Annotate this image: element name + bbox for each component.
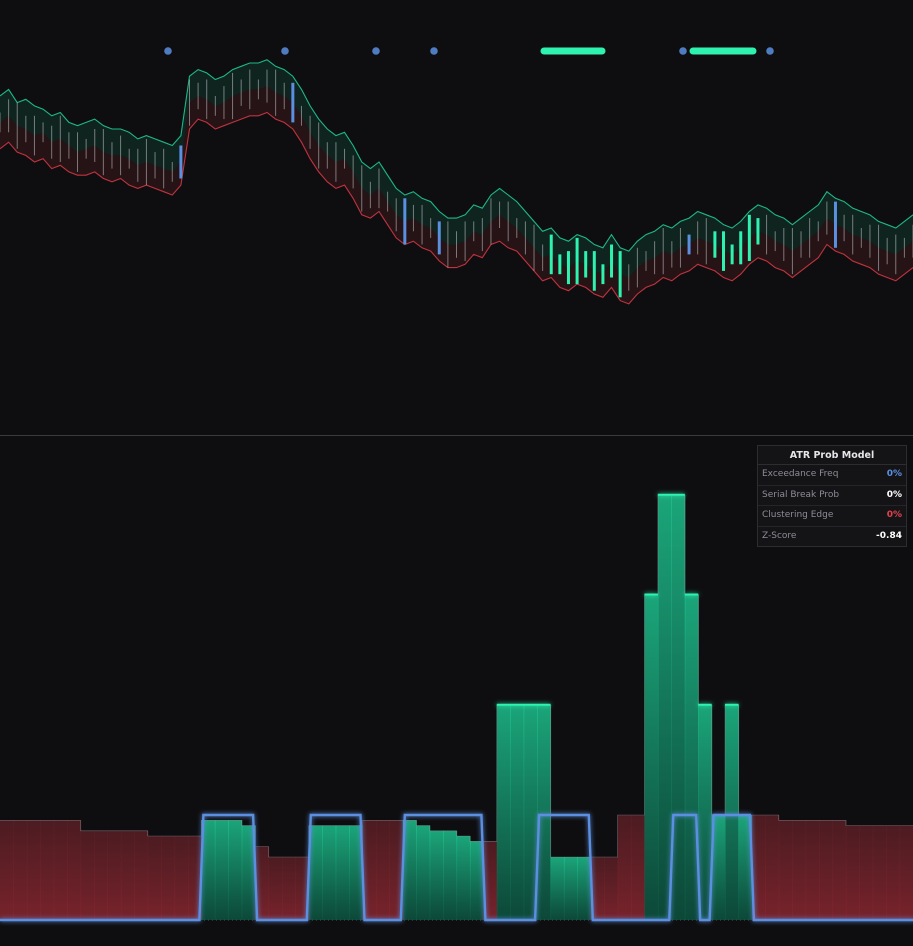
exceedance-bar [510,704,525,920]
signal-dot [430,47,438,55]
exceedance-bar [456,836,471,920]
normal-bar [604,857,619,920]
lower-band-fill [0,86,913,304]
normal-bar [40,820,55,920]
signal-dot [164,47,172,55]
stats-label: Clustering Edge [762,510,834,520]
normal-bar [845,825,860,920]
stats-value: 0% [886,510,902,520]
normal-bar [765,815,780,920]
exceedance-bar [671,494,686,920]
normal-bar [0,820,15,920]
normal-bar [134,830,149,920]
stats-table: ATR Prob Model Exceedance Freq 0% Serial… [757,445,907,547]
stats-value: 0% [886,489,902,500]
normal-bar [174,836,189,920]
normal-bar [886,825,901,920]
exceedance-bar [443,830,458,920]
normal-bar [13,820,28,920]
price-pane [0,47,913,305]
normal-bar [832,820,847,920]
exceedance-bar [429,830,444,920]
exceedance-bar [563,857,578,920]
normal-bar [819,820,834,920]
normal-bar [26,820,41,920]
stats-row-zscore: Z-Score -0.84 [758,527,906,547]
exceedance-bar [725,704,740,920]
stats-table-title: ATR Prob Model [758,446,906,465]
normal-bar [872,825,887,920]
normal-bar [268,857,283,920]
stats-value: -0.84 [876,530,902,541]
normal-bar [859,825,874,920]
stats-label: Exceedance Freq [762,469,839,479]
normal-bar [120,830,135,920]
normal-bar [631,815,646,920]
normal-bar [617,815,632,920]
exceedance-bar [550,857,565,920]
normal-bar [93,830,109,920]
normal-bar [107,830,122,920]
stats-row-serial-break: Serial Break Prob 0% [758,486,906,506]
exceedance-bar [657,494,672,920]
spike-outline [496,493,739,706]
normal-bar [805,820,820,920]
normal-bar [147,836,162,920]
exceedance-bar [644,594,659,920]
signal-dot [679,47,687,55]
normal-bar [161,836,176,920]
normal-bar [53,820,68,920]
stats-row-clustering: Clustering Edge 0% [758,506,906,527]
normal-bar [281,857,296,920]
exceedance-bar [416,825,431,920]
signal-dot [372,47,380,55]
normal-bar [792,820,807,920]
normal-bar [67,820,82,920]
signal-dot [766,47,774,55]
stats-row-exceedance: Exceedance Freq 0% [758,465,906,486]
signal-markers [164,47,774,55]
exceedance-bar [496,704,511,920]
exceedance-bar [214,820,229,920]
exceedance-bar [322,825,337,920]
level-outline [0,494,913,858]
normal-bar [80,830,95,920]
exceedance-bar [684,594,699,920]
signal-dot [281,47,289,55]
exceedance-bar [537,704,552,920]
exceedance-bar [335,825,350,920]
stats-value: 0% [886,469,902,479]
stats-label: Z-Score [762,530,797,541]
normal-bar [778,820,793,920]
probability-pane [0,493,913,922]
stats-label: Serial Break Prob [762,489,840,500]
normal-bar [899,825,913,920]
exceedance-bar [228,820,243,920]
exceedance-bar [577,857,592,920]
normal-bar [375,820,390,920]
